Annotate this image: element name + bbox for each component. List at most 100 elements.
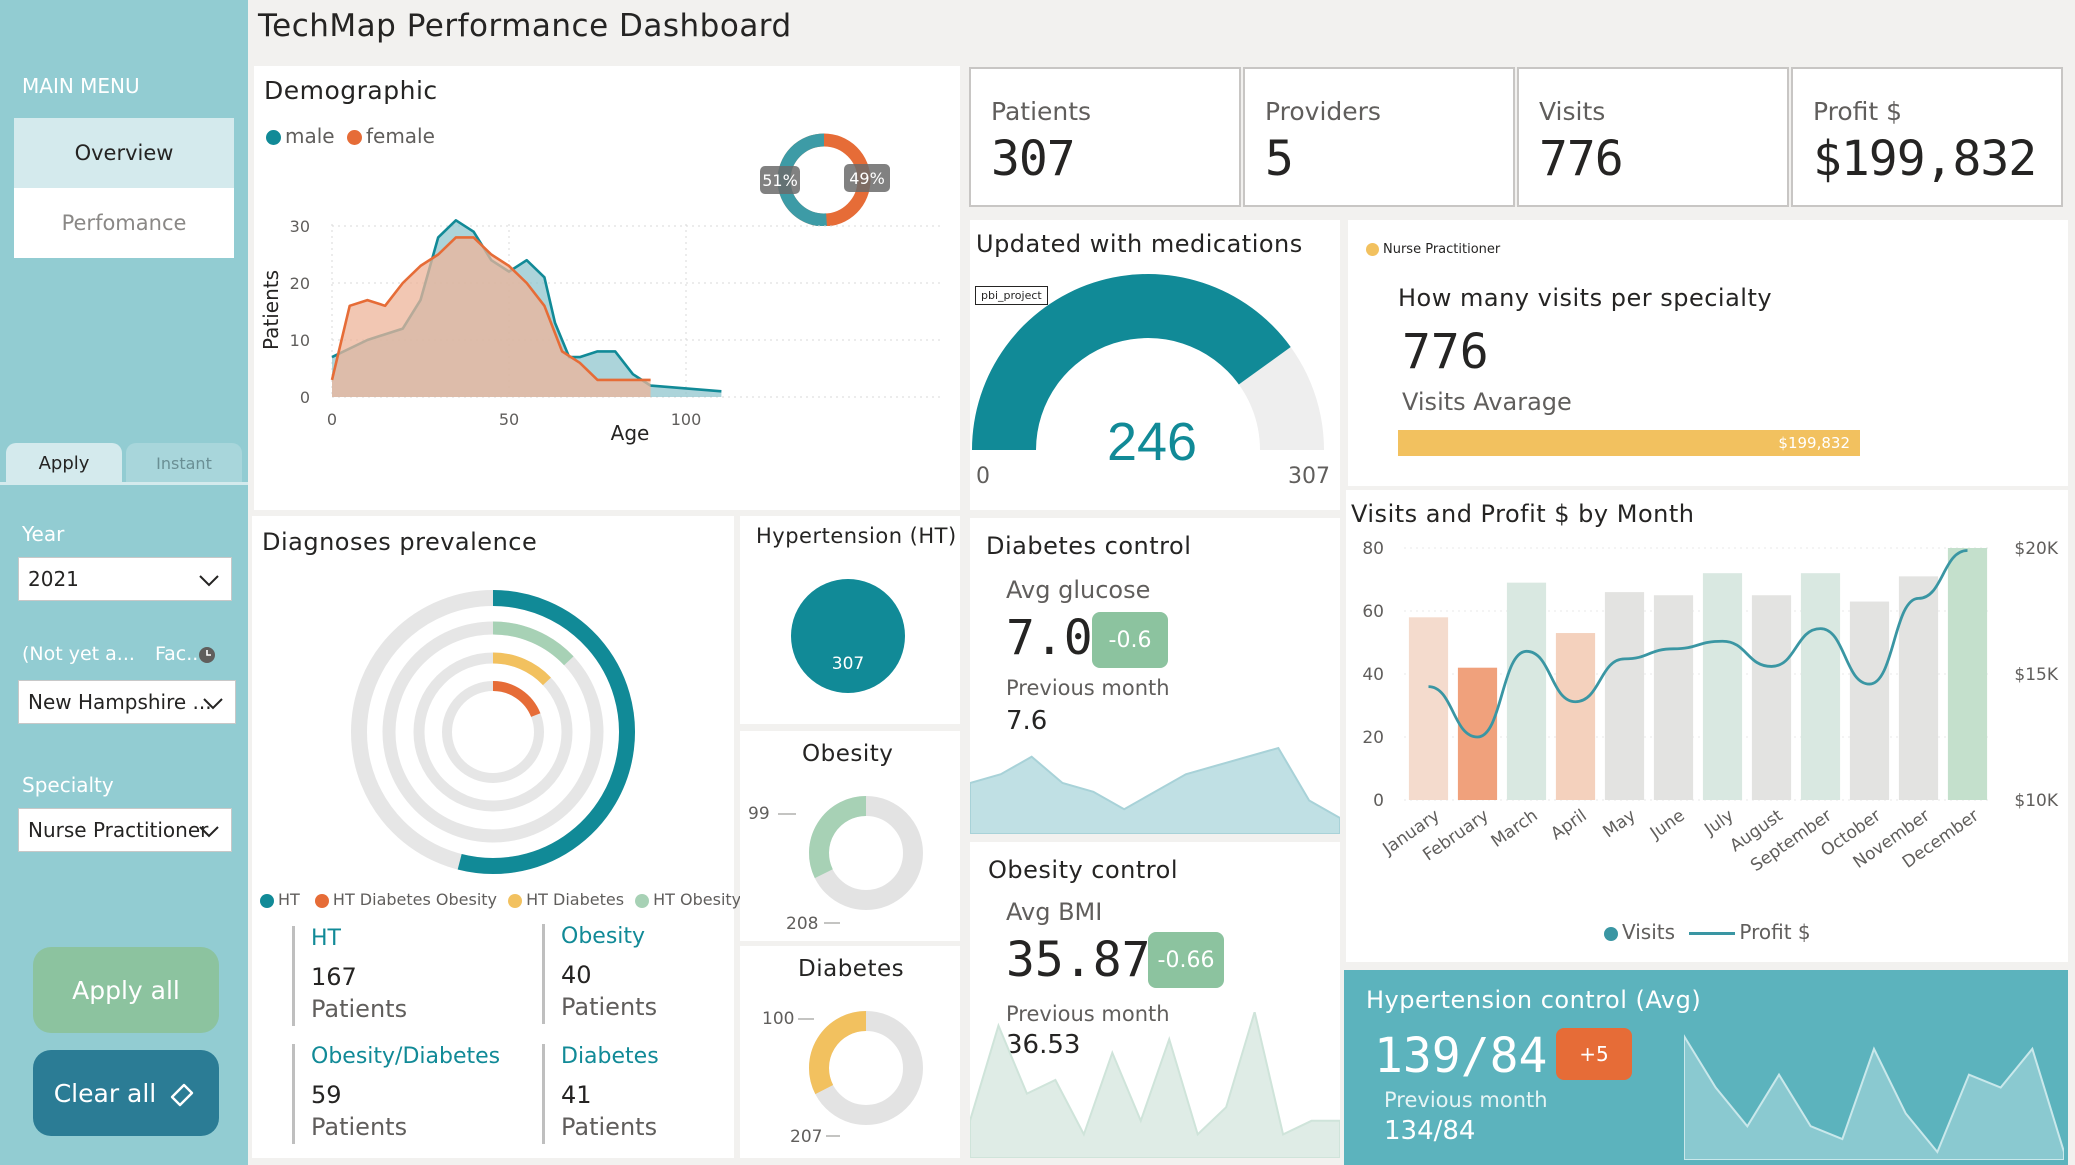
hypertension-pie-value: 307 [832,654,864,674]
hypertension-control-value: 139/84 [1374,1028,1548,1084]
legend-male-label: male [285,124,335,148]
facility-label: (Not yet a... Fac... [22,643,204,665]
y-tick-label: 10 [290,331,310,350]
specialty-label: Specialty [22,773,114,797]
gauge-max-label: 307 [1288,464,1330,489]
obesity-bottom-label: 208 [786,914,818,934]
hypertension-card: Hypertension (HT) 307 [740,516,960,724]
stat-ht-unit: Patients [311,995,408,1023]
demographic-legend: male female [266,124,435,148]
bar-visits[interactable] [1457,667,1498,800]
specialty-legend: Nurse Practitioner [1366,242,1500,257]
diabetes-donut: 100 207 [762,1009,923,1147]
stat-obesity-diabetes-heading: Obesity/Diabetes [311,1044,501,1069]
ring-ht-diabetes-obesity [492,681,541,718]
facility-label-text: (Not yet a... [22,643,135,665]
tab-apply[interactable]: Apply [6,443,122,483]
facility-select[interactable]: New Hampshire ... [18,680,236,724]
kpi-visits-value: 776 [1539,131,1624,187]
nav-performance-button[interactable]: Perfomance [14,188,234,258]
diabetes-bottom-label: 207 [790,1127,822,1147]
specialty-legend-label: Nurse Practitioner [1383,242,1501,257]
obesity-title: Obesity [802,741,894,767]
bar-visits[interactable] [1800,573,1841,800]
legend-visits-label: Visits [1622,920,1676,944]
specialty-legend-dot [1366,243,1379,256]
monthly-legend: Visits Profit $ [1604,920,1811,944]
y-right-tick-label: $15K [2014,665,2058,685]
gauge-value: 246 [1107,412,1197,472]
obesity-control-title: Obesity control [988,856,1178,884]
legend-ht-diabetes-label: HT Diabetes [526,890,625,909]
legend-profit-label: Profit $ [1739,920,1811,944]
diabetes-prev-label: Previous month [1006,676,1170,700]
bar-visits[interactable] [1555,633,1596,800]
clear-all-label: Clear all [53,1078,157,1108]
specialty-select[interactable]: Nurse Practitioner [18,808,232,852]
y-right-tick-label: $10K [2014,791,2058,811]
bar-visits[interactable] [1702,573,1743,800]
diagnoses-card: Diagnoses prevalence HT HT Diabetes Obes… [252,516,741,1158]
bar-visits[interactable] [1849,601,1890,800]
diabetes-control-title: Diabetes control [986,532,1192,560]
y-tick-label: 30 [290,217,310,236]
stat-ht-number: 167 [311,963,357,991]
stat-obesity-heading: Obesity [561,924,646,949]
main-menu-heading: MAIN MENU [22,74,140,98]
year-select[interactable]: 2021 [18,557,232,601]
age-distribution-chart: 0 10 20 30 0 50 100 Age Patients [259,217,940,445]
legend-dot-ht [260,893,274,908]
bar-visits[interactable] [1604,592,1645,800]
stat-obesity-diabetes-number: 59 [311,1081,342,1109]
hypertension-control-card: Hypertension control (Avg) 139/84 +5 Pre… [1344,970,2068,1165]
clear-all-button[interactable]: Clear all [33,1050,219,1136]
specialty-visits-title: How many visits per specialty [1398,284,1773,312]
legend-ht-label: HT [278,890,300,909]
stat-obesity-diabetes: Obesity/Diabetes 59 Patients [292,1044,500,1144]
apply-all-button[interactable]: Apply all [33,947,219,1033]
specialty-visits-value: 776 [1402,324,1489,380]
diagnoses-title: Diagnoses prevalence [262,528,538,556]
bar-visits[interactable] [1408,617,1449,800]
legend-dot-ht-obesity [635,893,650,908]
bar-visits[interactable] [1751,595,1792,800]
stat-obesity-number: 40 [561,961,592,989]
x-tick-label: 100 [671,410,702,429]
kpi-visits-card: Visits 776 [1517,67,1789,207]
diabetes-card: Diabetes 100 207 [740,946,960,1158]
y-tick-label: 0 [300,388,310,407]
demographic-card: Demographic male female 51% 49% 0 10 20 30 0… [254,66,960,510]
bar-visits[interactable] [1506,582,1547,800]
x-tick-label: June [1646,806,1689,844]
hypertension-sparkline [1684,1034,2064,1160]
chevron-down-icon [203,698,223,710]
obesity-sparkline [970,1012,1340,1158]
x-axis-label: Age [611,421,650,445]
ring-ht-diabetes [492,652,551,686]
obesity-metric-value: 35.87 [1006,932,1151,988]
year-value: 2021 [28,567,79,591]
y-left-tick-label: 40 [1362,665,1384,685]
stat-ht-heading: HT [311,926,341,951]
tab-underline [0,482,248,485]
apply-all-label: Apply all [72,975,180,1005]
bar-visits[interactable] [1947,548,1988,800]
tab-instant[interactable]: Instant [126,443,242,483]
kpi-patients-card: Patients 307 [969,67,1241,207]
stat-diabetes-heading: Diabetes [561,1044,659,1069]
nav-overview-button[interactable]: Overview [14,118,234,188]
obesity-top-label: 99 [748,804,770,824]
medications-title: Updated with medications [976,230,1303,258]
kpi-profit-label: Profit $ [1813,97,1903,126]
eraser-icon [171,1083,194,1107]
diabetes-control-card: Diabetes control Avg glucose 7.0 -0.6 Pr… [970,518,1340,834]
y-left-tick-label: 20 [1362,728,1384,748]
specialty-visits-subtitle: Visits Avarage [1402,388,1572,416]
y-axis-label: Patients [259,270,283,350]
stat-obesity: Obesity 40 Patients [542,924,657,1024]
legend-ht-diabetes-obesity-label: HT Diabetes Obesity [332,890,498,909]
demographic-title: Demographic [264,76,438,105]
legend-profit-line [1689,932,1736,935]
y-right-tick-label: $20K [2014,539,2058,559]
bar-visits[interactable] [1653,595,1694,800]
